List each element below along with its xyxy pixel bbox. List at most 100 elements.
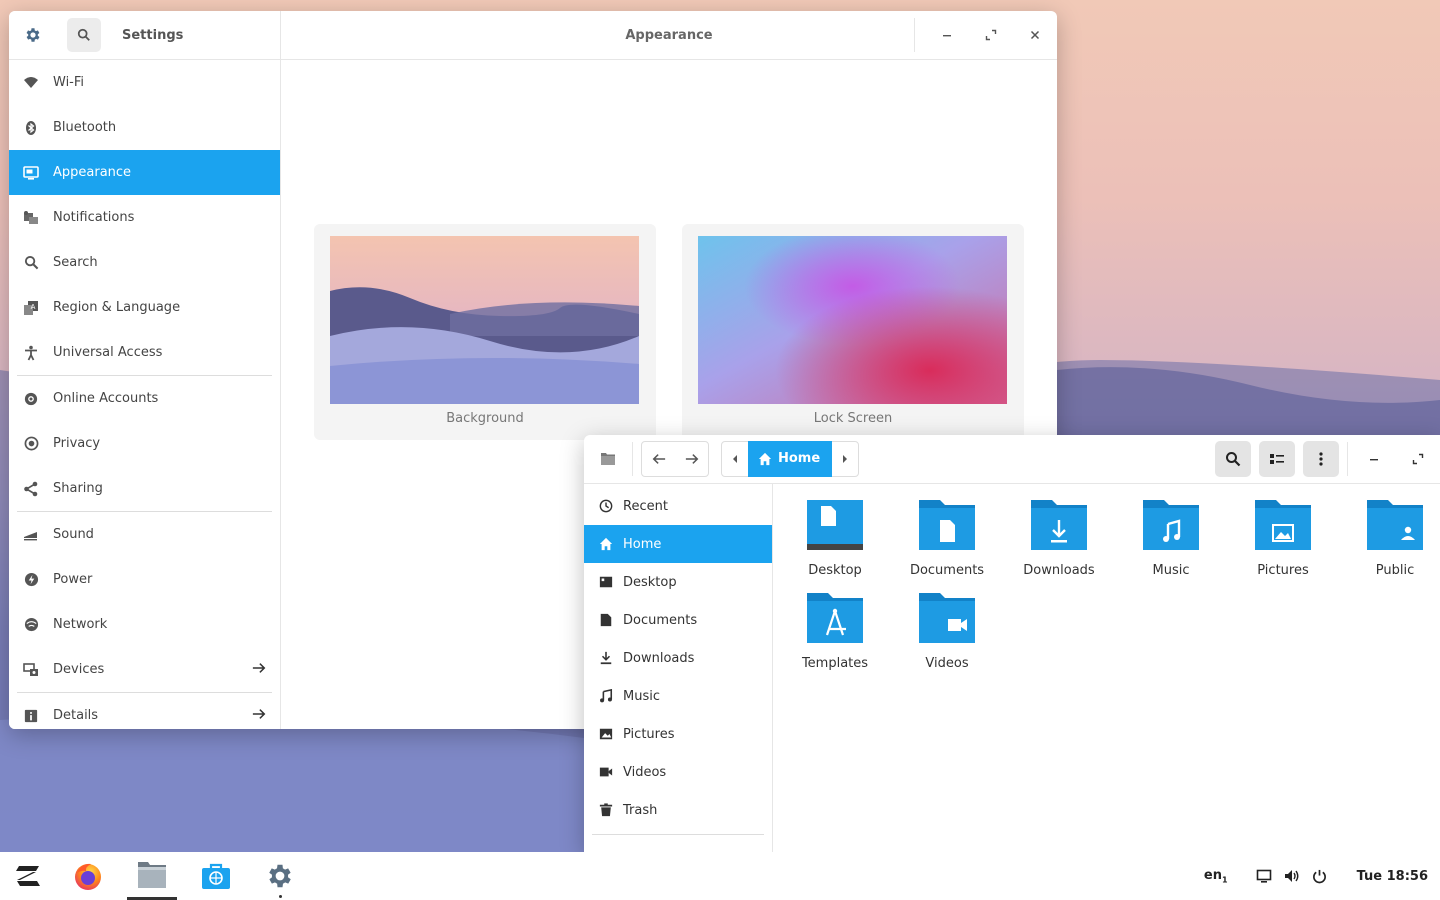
sidebar-item-pictures[interactable]: Pictures: [584, 715, 772, 753]
maximize-button[interactable]: [969, 15, 1013, 55]
background-card[interactable]: Background: [314, 224, 656, 440]
maximize-icon: [1412, 453, 1424, 465]
document-icon: [598, 612, 614, 628]
more-vertical-icon: [1319, 452, 1323, 466]
firefox-launcher[interactable]: [63, 852, 113, 900]
sidebar-item-recent[interactable]: Recent: [584, 487, 772, 525]
language-index: 1: [1222, 875, 1228, 885]
wifi-icon: [23, 75, 39, 91]
sidebar-item-privacy[interactable]: Privacy: [9, 421, 280, 466]
maximize-button[interactable]: [1396, 439, 1440, 479]
folder-label: Downloads: [1023, 563, 1095, 578]
sidebar-item-power[interactable]: Power: [9, 557, 280, 602]
settings-headerbar: Appearance: [281, 11, 1057, 60]
sidebar-item-label: Power: [53, 572, 93, 587]
sidebar-item-wifi[interactable]: Wi-Fi: [9, 60, 280, 105]
sidebar-item-label: Region & Language: [53, 300, 181, 315]
sidebar-item-label: Privacy: [53, 436, 101, 451]
forward-button[interactable]: [675, 442, 708, 476]
sidebar-item-label: Home: [623, 536, 662, 552]
sidebar-item-label: Music: [623, 688, 660, 704]
back-button[interactable]: [642, 442, 675, 476]
region-icon: A: [23, 300, 39, 316]
list-view-icon: [1270, 454, 1284, 464]
sidebar-item-details[interactable]: Details: [9, 693, 280, 729]
sidebar-item-sound[interactable]: Sound: [9, 512, 280, 557]
sidebar-item-home[interactable]: Home: [584, 525, 772, 563]
header-divider: [1347, 442, 1348, 476]
sidebar-item-devices[interactable]: Devices: [9, 647, 280, 692]
settings-title: Settings: [122, 27, 184, 43]
bluetooth-icon: [23, 120, 39, 136]
sidebar-item-downloads[interactable]: Downloads: [584, 639, 772, 677]
files-search-button[interactable]: [1215, 441, 1251, 477]
sidebar-item-label: Trash: [623, 802, 658, 818]
sidebar-item-label: Wi-Fi: [53, 75, 85, 90]
sidebar-item-notifications[interactable]: Notifications: [9, 195, 280, 240]
folder-app-icon: [584, 435, 632, 483]
system-tray: en1 Tue 18:56: [1204, 852, 1440, 900]
sidebar-item-sharing[interactable]: Sharing: [9, 466, 280, 511]
sidebar-item-label: Details: [53, 708, 99, 723]
sidebar-item-online-accounts[interactable]: Online Accounts: [9, 376, 280, 421]
sidebar-item-label: Online Accounts: [53, 391, 159, 406]
minimize-button[interactable]: [1352, 439, 1396, 479]
sidebar-item-trash[interactable]: Trash: [584, 791, 772, 829]
folder-label: Videos: [925, 656, 969, 671]
folder-videos[interactable]: Videos: [897, 591, 997, 671]
folder-documents[interactable]: Documents: [897, 498, 997, 578]
folder-pictures[interactable]: Pictures: [1233, 498, 1333, 578]
minimize-button[interactable]: [925, 15, 969, 55]
view-toggle-button[interactable]: [1259, 441, 1295, 477]
folder-desktop[interactable]: Desktop: [785, 498, 885, 578]
settings-search-button[interactable]: [67, 18, 101, 52]
breadcrumb-home[interactable]: Home: [748, 440, 833, 477]
status-icons[interactable]: [1256, 868, 1327, 884]
sidebar-item-label: Sound: [53, 527, 94, 542]
file-manager-icon: [138, 861, 166, 888]
folder-music[interactable]: Music: [1121, 498, 1221, 578]
sidebar-item-label: Universal Access: [53, 345, 163, 360]
settings-nav: Wi-Fi Bluetooth Appearance Notifications…: [9, 60, 280, 729]
settings-sidebar-header: Settings: [9, 11, 280, 60]
folder-label: Templates: [801, 656, 869, 671]
settings-launcher[interactable]: [255, 852, 305, 900]
folder-downloads[interactable]: Downloads: [1009, 498, 1109, 578]
sidebar-item-videos[interactable]: Videos: [584, 753, 772, 791]
folder-label: Pictures: [1257, 563, 1309, 578]
home-icon: [758, 452, 772, 465]
software-store-launcher[interactable]: [191, 852, 241, 900]
menu-button[interactable]: [1303, 441, 1339, 477]
sidebar-item-network[interactable]: Network: [9, 602, 280, 647]
breadcrumb-right-button[interactable]: [832, 442, 858, 476]
files-launcher[interactable]: [127, 852, 177, 900]
sidebar-item-search[interactable]: Search: [9, 240, 280, 285]
maximize-icon: [985, 29, 997, 41]
clock[interactable]: Tue 18:56: [1357, 869, 1428, 884]
sidebar-item-universal-access[interactable]: Universal Access: [9, 330, 280, 375]
sidebar-item-region[interactable]: A Region & Language: [9, 285, 280, 330]
keyboard-layout-indicator[interactable]: en1: [1204, 868, 1228, 885]
close-button[interactable]: [1013, 15, 1057, 55]
search-icon: [77, 28, 90, 41]
desktop-folder-icon: [807, 500, 863, 550]
sidebar-item-label: Sharing: [53, 481, 103, 496]
sidebar-item-documents[interactable]: Documents: [584, 601, 772, 639]
folder-public[interactable]: Public: [1345, 498, 1440, 578]
public-folder-icon: [1367, 500, 1423, 550]
sidebar-item-label: Downloads: [623, 650, 695, 666]
breadcrumb-left-button[interactable]: [722, 442, 748, 476]
app-menu-button[interactable]: [3, 852, 53, 900]
notifications-icon: [23, 210, 39, 226]
folder-templates[interactable]: Templates: [785, 591, 885, 671]
power-icon: [23, 572, 39, 588]
header-divider: [914, 18, 915, 52]
sidebar-item-bluetooth[interactable]: Bluetooth: [9, 105, 280, 150]
music-icon: [598, 688, 614, 704]
folder-label: Music: [1152, 563, 1190, 578]
sidebar-item-music[interactable]: Music: [584, 677, 772, 715]
sidebar-item-desktop[interactable]: Desktop: [584, 563, 772, 601]
picture-icon: [598, 726, 614, 742]
lock-screen-card[interactable]: Lock Screen: [682, 224, 1024, 440]
sidebar-item-appearance[interactable]: Appearance: [9, 150, 280, 195]
